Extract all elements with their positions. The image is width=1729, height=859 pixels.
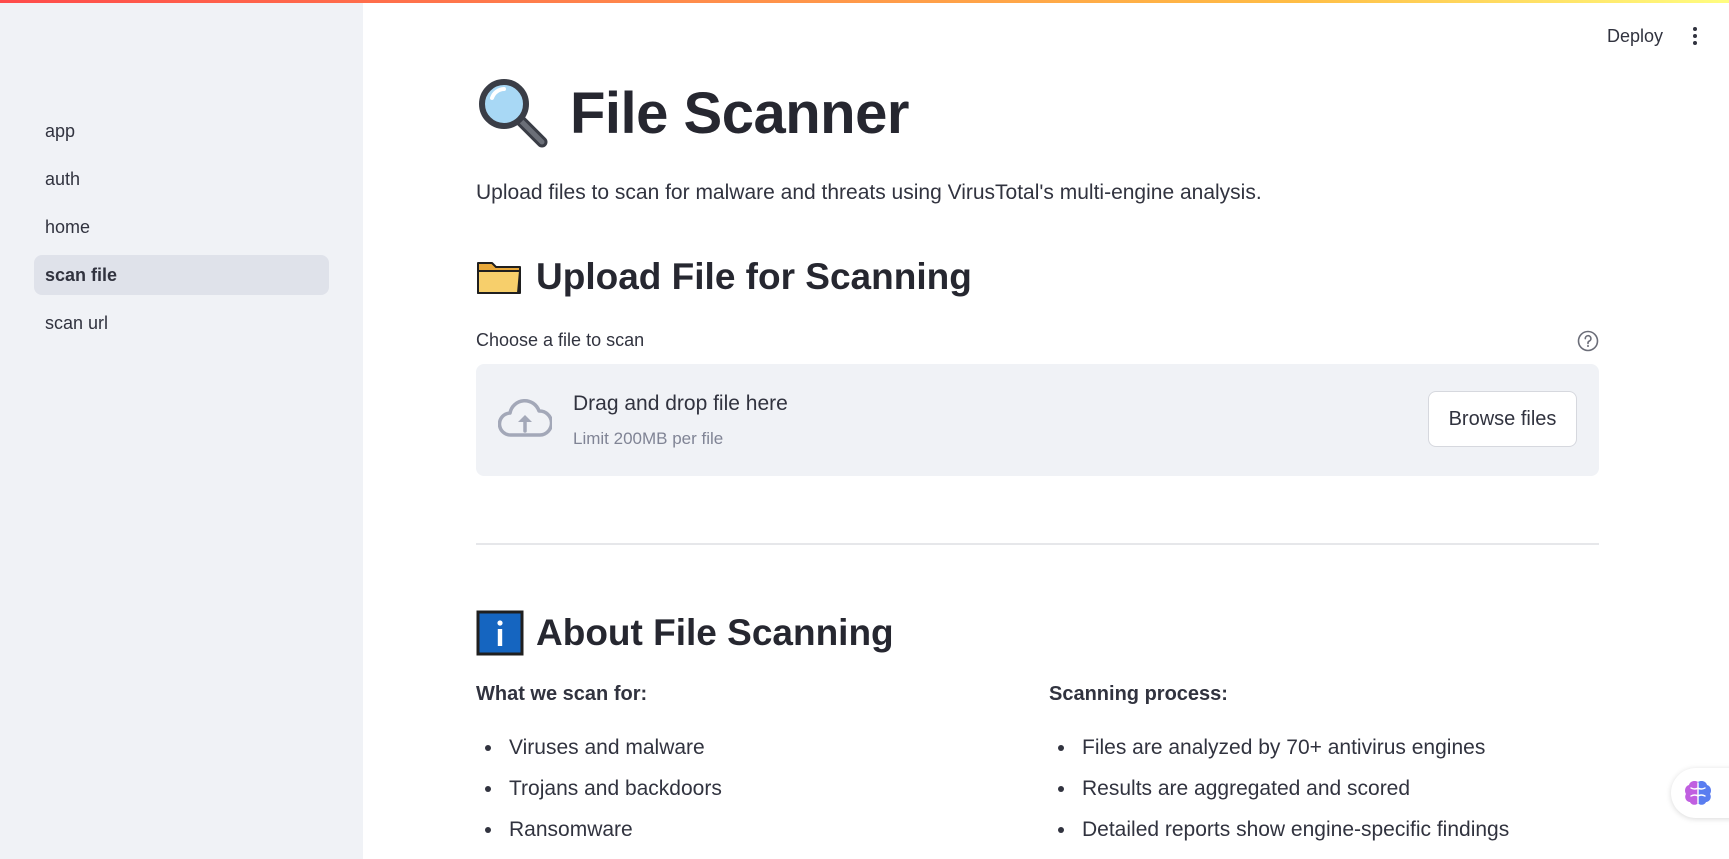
upload-heading: Upload File for Scanning	[536, 256, 972, 297]
list-item: Ransomware	[476, 809, 996, 850]
info-icon	[476, 610, 524, 656]
sidebar-item-home[interactable]: home	[34, 207, 329, 247]
sidebar-item-label: scan url	[45, 312, 109, 333]
deploy-button[interactable]: Deploy	[1607, 26, 1663, 47]
list-item: Trojans and backdoors	[476, 768, 996, 809]
header-actions: Deploy	[1607, 24, 1705, 48]
list-item: Files are analyzed by 70+ antivirus engi…	[1049, 727, 1569, 768]
dropzone-limit: Limit 200MB per file	[573, 429, 724, 448]
scan-process-title: Scanning process:	[1049, 683, 1228, 705]
magnifying-glass-icon	[479, 79, 548, 148]
cloud-upload-icon	[498, 398, 552, 437]
uploader-label: Choose a file to scan	[476, 330, 645, 350]
sidebar-item-scan-file[interactable]: scan file	[34, 255, 329, 295]
file-dropzone[interactable]: Drag and drop file here Limit 200MB per …	[476, 364, 1599, 476]
dropzone-title: Drag and drop file here	[573, 392, 788, 415]
about-heading: About File Scanning	[536, 612, 894, 653]
sidebar-nav: app auth home scan file scan url	[34, 111, 329, 351]
folder-icon	[477, 262, 521, 294]
sidebar-item-auth[interactable]: auth	[34, 159, 329, 199]
sidebar-item-label: home	[45, 216, 91, 237]
sidebar-item-label: auth	[45, 168, 81, 189]
sidebar-item-scan-url[interactable]: scan url	[34, 303, 329, 343]
page-intro: Upload files to scan for malware and thr…	[476, 181, 1262, 204]
sidebar-item-app[interactable]: app	[34, 111, 329, 151]
scan-targets-column: What we scan for: Viruses and malware Tr…	[476, 683, 996, 850]
upload-heading-row: Upload File for Scanning	[476, 256, 972, 298]
scan-process-list: Files are analyzed by 70+ antivirus engi…	[1049, 727, 1569, 850]
page-title: File Scanner	[570, 80, 909, 146]
main-content: Deploy File Scanner Upload files to scan…	[363, 0, 1729, 859]
list-item: Results are aggregated and scored	[1049, 768, 1569, 809]
sidebar-item-label: scan file	[45, 264, 118, 285]
browse-files-button[interactable]: Browse files	[1428, 391, 1577, 447]
list-item: Detailed reports show engine-specific fi…	[1049, 809, 1569, 850]
scan-process-column: Scanning process: Files are analyzed by …	[1049, 683, 1569, 850]
scan-targets-title: What we scan for:	[476, 683, 648, 705]
list-item: Viruses and malware	[476, 727, 996, 768]
brain-icon	[1685, 781, 1711, 805]
about-heading-row: About File Scanning	[476, 610, 894, 656]
scan-targets-list: Viruses and malware Trojans and backdoor…	[476, 727, 996, 850]
page-title-row: File Scanner	[476, 78, 909, 148]
sidebar: app auth home scan file scan url	[0, 0, 363, 859]
kebab-menu-icon[interactable]	[1685, 24, 1705, 48]
sidebar-item-label: app	[45, 120, 76, 141]
top-decoration-bar	[0, 0, 1729, 3]
help-circle-icon[interactable]	[1577, 330, 1599, 352]
assistant-floating-button[interactable]	[1671, 768, 1729, 818]
section-divider	[476, 543, 1599, 545]
